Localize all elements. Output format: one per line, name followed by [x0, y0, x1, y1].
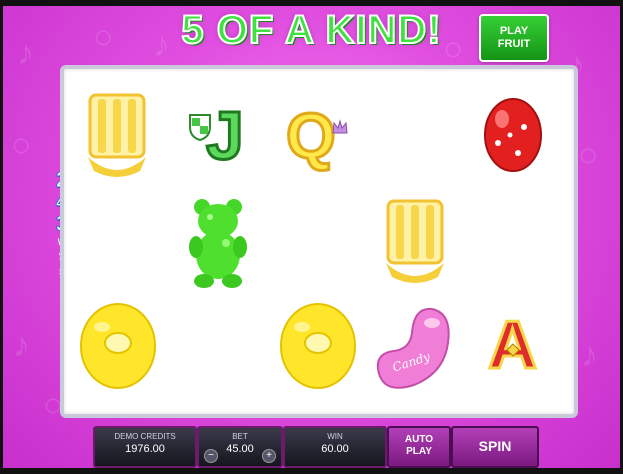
jack-letter: J: [205, 97, 246, 176]
credits-panel: DEMO CREDITS 1976.00: [93, 426, 197, 468]
crown-icon: [332, 119, 348, 134]
yellow-candy-ring-icon: [80, 303, 156, 389]
diamond-icon: [506, 343, 520, 357]
green-gummy-bear-icon: [189, 199, 247, 288]
spin-label: SPIN: [478, 438, 512, 454]
credits-label: DEMO CREDITS: [114, 432, 176, 441]
jack-symbol: J: [188, 97, 246, 179]
bet-label: BET: [232, 432, 248, 441]
queen-symbol: Q: [285, 97, 350, 179]
play-fruit-label-line1: PLAY: [499, 25, 529, 37]
autoplay-button[interactable]: AUTO PLAY: [387, 426, 451, 468]
background-candy-icon: ♪: [581, 336, 598, 374]
game-stage: ♪ ○ ♪ ○ ♪ ○ ○ ♪ ♪ ○ ○ 5 OF A KIND! PLAY …: [3, 6, 620, 468]
spin-button[interactable]: SPIN: [451, 426, 539, 468]
credits-value: 1976.00: [125, 443, 165, 455]
autoplay-label-line2: PLAY: [406, 446, 432, 457]
ace-symbol: A: [484, 305, 544, 389]
red-gumball-icon: [484, 98, 542, 172]
yellow-candy-ring-icon: [280, 303, 356, 389]
play-fruit-label-line2: FRUIT: [497, 38, 531, 50]
win-label: WIN: [327, 432, 343, 441]
yellow-candy-bar-icon: [386, 199, 444, 283]
autoplay-label-line1: AUTO: [404, 434, 434, 445]
background-candy-icon: ○: [578, 136, 599, 174]
bet-decrease-button[interactable]: −: [204, 449, 218, 463]
bet-panel: BET 45.00 − +: [197, 426, 283, 468]
background-candy-icon: ○: [11, 126, 32, 164]
play-fruit-button[interactable]: PLAY FRUIT: [479, 14, 549, 62]
reel-grid: J Q Candy: [60, 65, 578, 418]
jellybean-icon: [376, 307, 450, 389]
queen-letter: Q: [285, 99, 338, 174]
win-value: 60.00: [321, 443, 349, 455]
background-candy-icon: ♪: [13, 326, 30, 364]
win-panel: WIN 60.00: [283, 426, 387, 468]
pink-jellybean-symbol: Candy: [374, 305, 454, 391]
yellow-candy-bar-icon: [88, 93, 146, 177]
bet-increase-button[interactable]: +: [262, 449, 276, 463]
